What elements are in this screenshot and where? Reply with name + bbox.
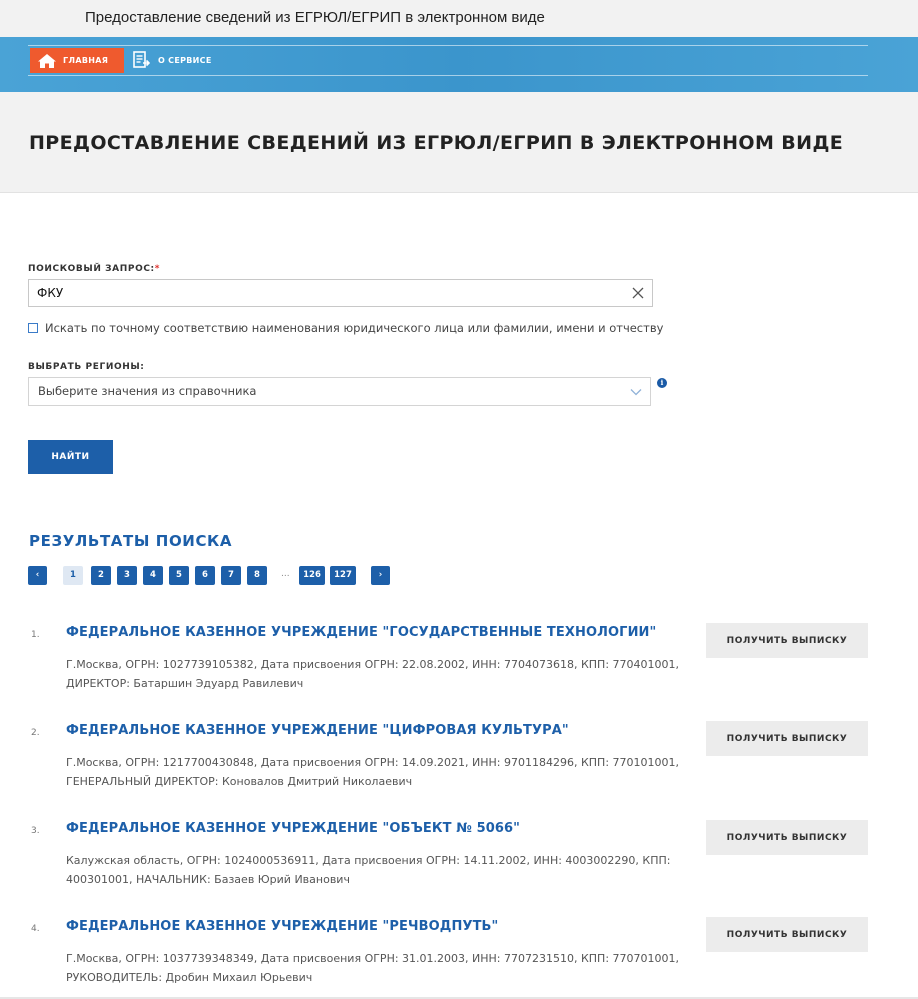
document-icon	[133, 51, 150, 68]
get-extract-button[interactable]: ПОЛУЧИТЬ ВЫПИСКУ	[706, 820, 868, 855]
nav-home-label: ГЛАВНАЯ	[63, 56, 109, 65]
pagination-next-button[interactable]: ›	[371, 566, 390, 585]
page-5-button[interactable]: 5	[169, 566, 189, 585]
pagination-prev-button[interactable]: ‹	[28, 566, 47, 585]
result-details: Г.Москва, ОГРН: 1217700430848, Дата прис…	[66, 756, 680, 788]
page-header: ПРЕДОСТАВЛЕНИЕ СВЕДЕНИЙ ИЗ ЕГРЮЛ/ЕГРИП В…	[0, 92, 918, 193]
result-details: Калужская область, ОГРН: 1024000536911, …	[66, 854, 671, 886]
result-title-link[interactable]: ФЕДЕРАЛЬНОЕ КАЗЕННОЕ УЧРЕЖДЕНИЕ "ЦИФРОВА…	[66, 723, 569, 738]
result-title-link[interactable]: ФЕДЕРАЛЬНОЕ КАЗЕННОЕ УЧРЕЖДЕНИЕ "ГОСУДАР…	[66, 625, 656, 640]
page-4-button[interactable]: 4	[143, 566, 163, 585]
result-title-link[interactable]: ФЕДЕРАЛЬНОЕ КАЗЕННОЕ УЧРЕЖДЕНИЕ "ОБЪЕКТ …	[66, 821, 520, 836]
page-6-button[interactable]: 6	[195, 566, 215, 585]
page-127-button[interactable]: 127	[330, 566, 356, 585]
exact-match-option[interactable]: Искать по точному соответствию наименова…	[28, 321, 663, 335]
search-input[interactable]	[28, 279, 653, 307]
exact-match-checkbox[interactable]	[28, 323, 38, 333]
pagination-ellipsis: ...	[281, 569, 290, 579]
required-mark: *	[154, 264, 161, 274]
get-extract-button[interactable]: ПОЛУЧИТЬ ВЫПИСКУ	[706, 721, 868, 756]
find-button[interactable]: НАЙТИ	[28, 440, 113, 474]
result-number: 3.	[31, 826, 40, 836]
page-1-button[interactable]: 1	[63, 566, 83, 585]
home-icon	[38, 53, 56, 68]
chevron-down-icon[interactable]	[630, 388, 642, 396]
regions-label: ВЫБРАТЬ РЕГИОНЫ:	[28, 362, 145, 372]
result-details: Г.Москва, ОГРН: 1027739105382, Дата прис…	[66, 658, 680, 690]
result-number: 4.	[31, 924, 40, 934]
page-7-button[interactable]: 7	[221, 566, 241, 585]
search-label: ПОИСКОВЫЙ ЗАПРОС:*	[28, 264, 160, 274]
top-navbar: ГЛАВНАЯ О СЕРВИСЕ	[0, 37, 918, 92]
page-126-button[interactable]: 126	[299, 566, 325, 585]
page-title: ПРЕДОСТАВЛЕНИЕ СВЕДЕНИЙ ИЗ ЕГРЮЛ/ЕГРИП В…	[29, 132, 844, 154]
page-2-button[interactable]: 2	[91, 566, 111, 585]
window-title: Предоставление сведений из ЕГРЮЛ/ЕГРИП в…	[0, 0, 918, 37]
info-icon[interactable]: i	[657, 378, 667, 388]
nav-divider-bottom	[28, 75, 868, 76]
nav-divider-top	[28, 45, 868, 46]
result-number: 2.	[31, 728, 40, 738]
results-title: РЕЗУЛЬТАТЫ ПОИСКА	[29, 532, 233, 550]
clear-icon[interactable]	[631, 286, 645, 300]
result-number: 1.	[31, 630, 40, 640]
search-label-text: ПОИСКОВЫЙ ЗАПРОС:	[28, 264, 155, 274]
regions-select[interactable]: Выберите значения из справочника	[28, 377, 651, 406]
nav-about-button[interactable]: О СЕРВИСЕ	[133, 48, 212, 73]
result-title-link[interactable]: ФЕДЕРАЛЬНОЕ КАЗЕННОЕ УЧРЕЖДЕНИЕ "РЕЧВОДП…	[66, 919, 498, 934]
page-8-button[interactable]: 8	[247, 566, 267, 585]
get-extract-button[interactable]: ПОЛУЧИТЬ ВЫПИСКУ	[706, 623, 868, 658]
result-details: Г.Москва, ОГРН: 1037739348349, Дата прис…	[66, 952, 680, 984]
nav-home-button[interactable]: ГЛАВНАЯ	[30, 48, 124, 73]
get-extract-button[interactable]: ПОЛУЧИТЬ ВЫПИСКУ	[706, 917, 868, 952]
exact-match-label: Искать по точному соответствию наименова…	[45, 321, 664, 335]
nav-about-label: О СЕРВИСЕ	[158, 56, 212, 65]
page-3-button[interactable]: 3	[117, 566, 137, 585]
